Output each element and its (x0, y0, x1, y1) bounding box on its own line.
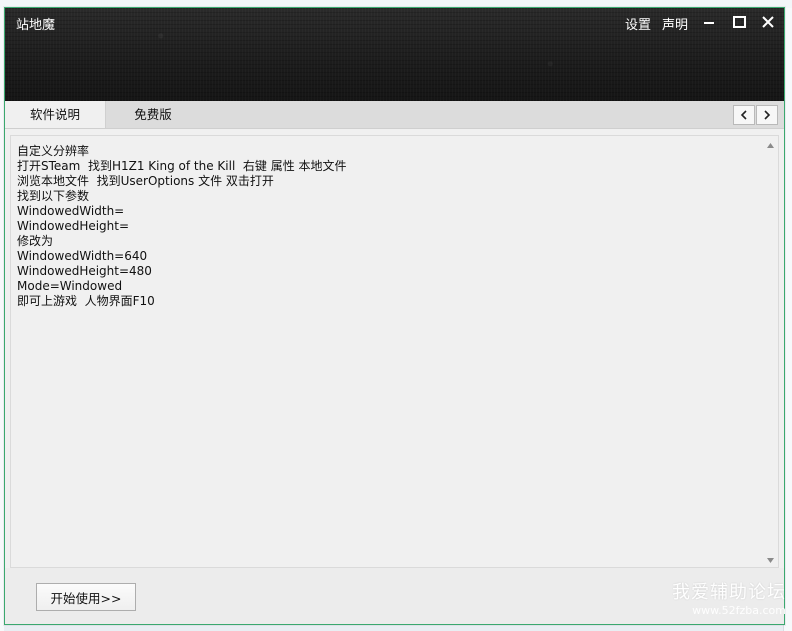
text-line: 浏览本地文件 找到UserOptions 文件 双击打开 (17, 174, 274, 188)
text-line: 打开STeam 找到H1Z1 King of the Kill 右键 属性 本地… (17, 159, 347, 173)
triangle-up-icon (767, 143, 774, 148)
text-line: 修改为 (17, 234, 54, 248)
text-line: WindowedHeight=480 (17, 264, 152, 278)
close-button[interactable] (758, 12, 778, 32)
text-line: 自定义分辨率 (17, 144, 90, 158)
triangle-down-icon (767, 558, 774, 563)
text-line: WindowedHeight= (17, 219, 130, 233)
start-button[interactable]: 开始使用>> (36, 583, 136, 611)
text-line: WindowedWidth= (17, 204, 125, 218)
watermark-text: 我爱辅助论坛 (672, 582, 786, 603)
tab-free-version[interactable]: 免费版 (105, 101, 201, 128)
text-line: 找到以下参数 (17, 189, 90, 203)
tab-prev-button[interactable] (733, 105, 755, 125)
tab-bar: 软件说明 免费版 (5, 101, 784, 129)
app-window: 站地魔 设置 声明 软件说明 免费版 自定义分辨率 打开STeam 找到H1Z1… (4, 7, 785, 625)
minimize-icon (704, 22, 714, 24)
settings-link[interactable]: 设置 (625, 14, 651, 33)
statement-link[interactable]: 声明 (662, 14, 688, 33)
title-bar: 站地魔 设置 声明 (5, 8, 784, 101)
window-title: 站地魔 (16, 18, 56, 33)
vertical-scrollbar[interactable] (763, 136, 778, 567)
tab-next-button[interactable] (756, 105, 778, 125)
text-line: Mode=Windowed (17, 279, 123, 293)
text-line: 即可上游戏 人物界面F10 (17, 294, 155, 308)
minimize-button[interactable] (699, 12, 719, 32)
scroll-up-arrow[interactable] (766, 141, 775, 150)
text-line: WindowedWidth=640 (17, 249, 148, 263)
instructions-textarea[interactable]: 自定义分辨率 打开STeam 找到H1Z1 King of the Kill 右… (17, 144, 757, 564)
maximize-button[interactable] (729, 12, 749, 32)
scroll-down-arrow[interactable] (766, 556, 775, 565)
close-icon (762, 16, 774, 28)
tab-software-info[interactable]: 软件说明 (5, 101, 106, 128)
chevron-left-icon (740, 110, 747, 120)
maximize-icon (732, 16, 746, 28)
chevron-right-icon (764, 110, 771, 120)
watermark-url: www.52fzba.com (692, 604, 786, 617)
instructions-panel: 自定义分辨率 打开STeam 找到H1Z1 King of the Kill 右… (10, 135, 779, 568)
footer-bar: 开始使用>> (5, 568, 784, 624)
